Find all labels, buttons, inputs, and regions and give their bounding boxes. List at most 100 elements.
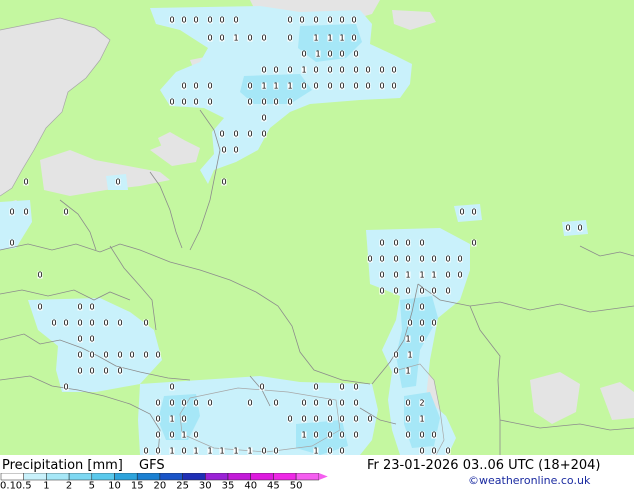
scale-swatch [250, 473, 274, 481]
value-text: 0 [181, 98, 186, 107]
value-label: 0 [89, 335, 94, 344]
value-label: 0 [393, 255, 398, 264]
value-text: 1 [273, 82, 278, 91]
value-label: 0 [63, 319, 68, 328]
value-text: 0 [339, 66, 344, 75]
value-label: 0 [431, 287, 436, 296]
value-label: 0 [181, 16, 186, 25]
value-label: 0 [247, 399, 252, 408]
value-label: 0 [407, 319, 412, 328]
value-label: 0 [155, 415, 160, 424]
value-label: 1 [207, 447, 212, 456]
value-label: 0 [89, 351, 94, 360]
value-label: 0 [51, 319, 56, 328]
color-scale: 0.1 0.5 1 2 5 10 15 20 25 30 35 40 45 50 [0, 473, 328, 490]
value-text: 0 [353, 383, 358, 392]
value-text: 0 [77, 351, 82, 360]
value-text: 0 [445, 287, 450, 296]
value-label: 0 [405, 431, 410, 440]
value-label: 0 [565, 224, 570, 233]
value-label: 0 [339, 415, 344, 424]
value-text: 0 [367, 415, 372, 424]
copyright-link[interactable]: ©weatheronline.co.uk [468, 475, 590, 486]
value-label: 0 [313, 415, 318, 424]
value-label: 1 [169, 415, 174, 424]
value-text: 0 [327, 82, 332, 91]
value-text: 1 [193, 447, 198, 456]
value-label: 0 [405, 399, 410, 408]
value-text: 0 [431, 287, 436, 296]
value-text: 0 [129, 351, 134, 360]
value-label: 0 [327, 50, 332, 59]
value-label: 0 [9, 239, 14, 248]
scale-label: 0.5 [16, 481, 32, 490]
value-label: 0 [351, 16, 356, 25]
value-label: 0 [287, 66, 292, 75]
value-text: 1 [313, 447, 318, 456]
value-label: 0 [89, 303, 94, 312]
value-text: 0 [193, 16, 198, 25]
value-label: 1 [219, 447, 224, 456]
value-label: 0 [169, 98, 174, 107]
value-label: 1 [181, 431, 186, 440]
value-text: 0 [207, 16, 212, 25]
value-label: 0 [169, 16, 174, 25]
value-text: 0 [273, 399, 278, 408]
value-label: 1 [287, 82, 292, 91]
value-text: 0 [287, 66, 292, 75]
scale-arrow [318, 473, 328, 480]
value-text: 0 [327, 447, 332, 456]
value-text: 0 [155, 351, 160, 360]
scale-label: 10 [108, 481, 121, 490]
value-text: 0 [143, 319, 148, 328]
value-text: 0 [37, 271, 42, 280]
value-label: 0 [89, 319, 94, 328]
value-label: 0 [117, 351, 122, 360]
scale-label: 5 [89, 481, 95, 490]
value-label: 0 [301, 82, 306, 91]
value-text: 0 [207, 82, 212, 91]
value-text: 0 [169, 383, 174, 392]
value-text: 0 [103, 319, 108, 328]
value-label: 0 [129, 351, 134, 360]
value-text: 0 [565, 224, 570, 233]
value-label: 0 [193, 82, 198, 91]
value-text: 0 [313, 82, 318, 91]
value-label: 0 [89, 367, 94, 376]
value-label: 0 [37, 271, 42, 280]
value-text: 0 [233, 16, 238, 25]
value-text: 0 [405, 287, 410, 296]
value-label: 0 [287, 98, 292, 107]
value-text: 0 [313, 16, 318, 25]
value-label: 0 [207, 98, 212, 107]
value-text: 0 [445, 255, 450, 264]
value-label: 0 [353, 383, 358, 392]
scale-swatch [0, 473, 24, 481]
value-text: 0 [9, 208, 14, 217]
value-text: 0 [233, 130, 238, 139]
value-label: 1 [327, 34, 332, 43]
value-text: 0 [313, 66, 318, 75]
value-label: 0 [327, 16, 332, 25]
value-text: 0 [247, 130, 252, 139]
value-label: 0 [313, 82, 318, 91]
value-label: 0 [273, 98, 278, 107]
value-text: 0 [419, 239, 424, 248]
value-text: 0 [471, 239, 476, 248]
value-text: 0 [181, 415, 186, 424]
value-text: 0 [379, 255, 384, 264]
value-text: 0 [77, 319, 82, 328]
value-label: 0 [391, 82, 396, 91]
scale-label: 25 [176, 481, 189, 490]
value-label: 0 [313, 16, 318, 25]
value-text: 0 [89, 351, 94, 360]
scale-label: 20 [154, 481, 167, 490]
value-text: 0 [445, 271, 450, 280]
value-label: 0 [445, 255, 450, 264]
value-text: 0 [339, 16, 344, 25]
value-label: 0 [301, 415, 306, 424]
value-text: 0 [181, 447, 186, 456]
value-text: 0 [117, 367, 122, 376]
value-label: 0 [419, 239, 424, 248]
value-text: 0 [247, 82, 252, 91]
